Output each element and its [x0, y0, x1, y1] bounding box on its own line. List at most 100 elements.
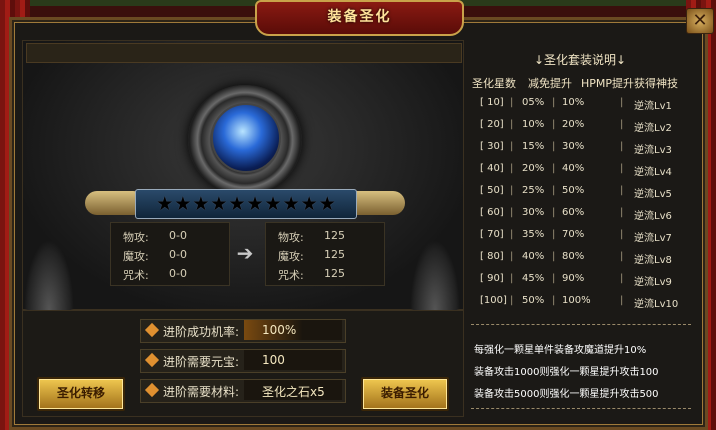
next-stats-box: 物攻: 125 魔攻: 125 咒术: 125 — [265, 222, 385, 286]
column-header: 圣化星数 — [472, 77, 516, 90]
set-table-cell: 25% — [522, 185, 545, 196]
stat-value: 0-0 — [169, 248, 187, 261]
set-table-row: [ 60] 30% 60% 逆流Lv6 | | | — [472, 207, 694, 223]
column-separator: | — [620, 207, 624, 218]
set-table-cell: 逆流Lv8 — [634, 255, 672, 266]
window-title-plate: 装备圣化 — [255, 0, 464, 36]
set-table-cell: 30% — [522, 207, 545, 218]
stat-value: 125 — [324, 248, 345, 261]
column-separator: | — [620, 97, 624, 108]
column-separator: | — [510, 97, 514, 108]
column-separator: | — [620, 163, 624, 174]
star-empty-icon: ★ — [228, 193, 246, 215]
set-table-row: [ 10] 05% 10% 逆流Lv1 | | | — [472, 97, 694, 113]
requirement-label: 进阶需要元宝: — [163, 355, 240, 369]
stat-row: 魔攻: 125 — [278, 248, 345, 264]
divider — [471, 408, 691, 409]
set-table-cell: [100] — [480, 295, 507, 306]
set-table-cell: 10% — [562, 97, 585, 108]
column-separator: | — [552, 273, 556, 284]
column-separator: | — [552, 97, 556, 108]
set-table-cell: 70% — [562, 229, 585, 240]
star-empty-icon: ★ — [318, 193, 336, 215]
set-table-row: [ 50] 25% 50% 逆流Lv5 | | | — [472, 185, 694, 201]
set-table-cell: 逆流Lv7 — [634, 233, 672, 244]
column-separator: | — [552, 229, 556, 240]
stat-row: 物攻: 0-0 — [123, 229, 187, 245]
requirement-value: 100 — [262, 353, 285, 367]
requirement-label: 进阶需要材料: — [163, 385, 240, 399]
set-table-cell: [ 20] — [480, 119, 504, 130]
set-table-cell: [ 70] — [480, 229, 504, 240]
requirement-value: 圣化之石x5 — [262, 385, 325, 399]
column-separator: | — [620, 229, 624, 240]
material-cost-row: 进阶需要材料: 圣化之石x5 — [140, 379, 346, 403]
arrow-right-icon: ➔ — [236, 241, 254, 265]
star-empty-icon: ★ — [174, 193, 192, 215]
star-empty-icon: ★ — [282, 193, 300, 215]
set-table-cell: 35% — [522, 229, 545, 240]
stat-value: 125 — [324, 267, 345, 280]
column-separator: | — [552, 251, 556, 262]
close-icon[interactable]: ✕ — [686, 8, 714, 34]
set-table-row: [ 80] 40% 80% 逆流Lv8 | | | — [472, 251, 694, 267]
column-separator: | — [620, 273, 624, 284]
set-table-cell: [ 90] — [480, 273, 504, 284]
enhance-button[interactable]: 装备圣化 — [361, 377, 449, 411]
transfer-button[interactable]: 圣化转移 — [37, 377, 125, 411]
set-table-cell: 逆流Lv5 — [634, 189, 672, 200]
star-empty-icon: ★ — [156, 193, 174, 215]
column-header: 获得神技 — [634, 77, 678, 90]
column-separator: | — [510, 273, 514, 284]
current-stats-box: 物攻: 0-0 魔攻: 0-0 咒术: 0-0 — [110, 222, 230, 286]
set-table-cell: 45% — [522, 273, 545, 284]
column-separator: | — [552, 163, 556, 174]
diamond-bullet-icon — [144, 352, 160, 368]
star-rating: ★ ★ ★ ★ ★ ★ ★ ★ ★ ★ — [135, 189, 357, 219]
stat-label: 魔攻: — [278, 250, 304, 263]
set-table-cell: 逆流Lv1 — [634, 101, 672, 112]
note-line: 装备攻击5000则强化一颗星提升攻击500 — [474, 389, 659, 400]
set-info-panel: ↓圣化套装说明↓ 圣化星数 减免提升 HPMP提升 获得神技 [ 10] 05% 1… — [466, 40, 694, 420]
set-info-title: ↓圣化套装说明↓ — [533, 53, 627, 67]
stat-value: 0-0 — [169, 267, 187, 280]
column-separator: | — [510, 119, 514, 130]
star-empty-icon: ★ — [192, 193, 210, 215]
blue-crystal-armor-icon[interactable] — [211, 103, 281, 173]
stat-label: 魔攻: — [123, 250, 149, 263]
column-separator: | — [552, 207, 556, 218]
right-gargoyle-ornament — [410, 240, 460, 310]
stat-label: 咒术: — [278, 269, 304, 282]
requirement-value-box: 圣化之石x5 — [244, 380, 342, 400]
star-empty-icon: ★ — [246, 193, 264, 215]
window-title: 装备圣化 — [327, 9, 392, 25]
set-table-row: [100] 50% 100% 逆流Lv10 | | | — [472, 295, 694, 311]
column-separator: | — [510, 229, 514, 240]
column-separator: | — [510, 185, 514, 196]
star-bar: ★ ★ ★ ★ ★ ★ ★ ★ ★ ★ — [85, 189, 405, 219]
stat-row: 咒术: 125 — [278, 267, 345, 283]
set-table-cell: 逆流Lv9 — [634, 277, 672, 288]
column-separator: | — [510, 141, 514, 152]
set-table-cell: 50% — [562, 185, 585, 196]
set-table-cell: [ 60] — [480, 207, 504, 218]
column-separator: | — [552, 141, 556, 152]
column-separator: | — [510, 295, 514, 306]
set-table-cell: 逆流Lv4 — [634, 167, 672, 178]
star-empty-icon: ★ — [210, 193, 228, 215]
stat-row: 物攻: 125 — [278, 229, 345, 245]
column-separator: | — [510, 251, 514, 262]
set-table-cell: 15% — [522, 141, 545, 152]
note-line: 每强化一颗星单件装备攻魔道提升10% — [474, 345, 647, 356]
set-table-cell: [ 80] — [480, 251, 504, 262]
set-table-cell: 逆流Lv2 — [634, 123, 672, 134]
stat-row: 咒术: 0-0 — [123, 267, 187, 283]
set-table-cell: 30% — [562, 141, 585, 152]
column-separator: | — [552, 119, 556, 130]
column-separator: | — [510, 163, 514, 174]
column-separator: | — [552, 185, 556, 196]
set-table-cell: 逆流Lv6 — [634, 211, 672, 222]
set-table-cell: 80% — [562, 251, 585, 262]
stat-value: 0-0 — [169, 229, 187, 242]
column-separator: | — [620, 185, 624, 196]
